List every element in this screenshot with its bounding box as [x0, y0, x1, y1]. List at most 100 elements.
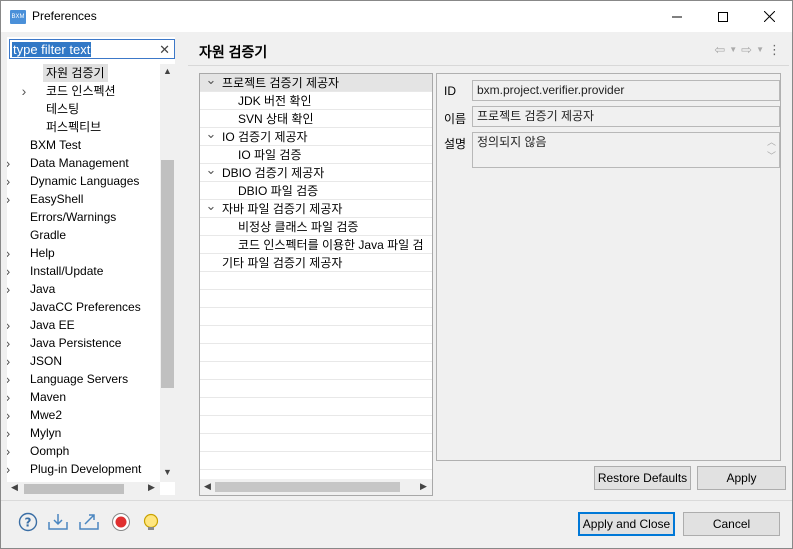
expand-icon[interactable]: › [7, 262, 13, 280]
forward-arrow-icon[interactable]: ⇨ [741, 42, 752, 58]
help-icon[interactable]: ? [17, 511, 39, 533]
title-bar[interactable]: BXM Preferences [1, 1, 792, 32]
expand-icon[interactable]: › [7, 388, 13, 406]
view-menu-icon[interactable]: ⋮ [768, 42, 781, 58]
horizontal-scroll-thumb[interactable] [24, 484, 124, 494]
minimize-button[interactable] [654, 1, 700, 32]
record-icon[interactable] [110, 511, 132, 533]
apply-button[interactable]: Apply [697, 466, 786, 490]
tree-item[interactable]: 테스팅 [7, 100, 160, 118]
empty-row [200, 416, 432, 434]
tree-item[interactable]: › Mylyn [7, 424, 160, 442]
expand-icon[interactable]: › [7, 406, 13, 424]
scroll-down-icon[interactable]: ▼ [160, 467, 175, 477]
provider-item[interactable]: JDK 버전 확인 [200, 92, 432, 110]
tree-item[interactable]: Gradle [7, 226, 160, 244]
expand-icon[interactable]: › [7, 370, 13, 388]
tree-item[interactable]: 자원 검증기 [7, 64, 160, 82]
clear-icon[interactable]: ✕ [159, 42, 170, 58]
tree-item[interactable]: › Mwe2 [7, 406, 160, 424]
collapse-icon[interactable]: ⌄ [205, 200, 217, 212]
tree-item[interactable]: › 코드 인스펙션 [7, 82, 160, 100]
provider-item[interactable]: ⌄ DBIO 검증기 제공자 [200, 164, 432, 182]
provider-item[interactable]: IO 파일 검증 [200, 146, 432, 164]
tree-item[interactable]: › Java Persistence [7, 334, 160, 352]
cancel-button[interactable]: Cancel [683, 512, 780, 536]
description-scroll-icon[interactable]: ︿ ﹀ [767, 135, 776, 163]
empty-row [200, 434, 432, 452]
horizontal-scroll-thumb[interactable] [215, 482, 400, 492]
close-icon [763, 11, 775, 22]
import-icon[interactable] [47, 511, 69, 533]
tip-icon[interactable] [140, 511, 162, 533]
provider-item-label: JDK 버전 확인 [238, 94, 312, 108]
tree-item[interactable]: › Java EE [7, 316, 160, 334]
provider-item[interactable]: 비정상 클래스 파일 검증 [200, 218, 432, 236]
expand-icon[interactable]: › [7, 244, 13, 262]
export-icon[interactable] [78, 511, 100, 533]
tree-item[interactable]: Errors/Warnings [7, 208, 160, 226]
tree-item[interactable]: › Java [7, 280, 160, 298]
tree-item[interactable]: › Maven [7, 388, 160, 406]
provider-item[interactable]: DBIO 파일 검증 [200, 182, 432, 200]
tree-item[interactable]: › Install/Update [7, 262, 160, 280]
tree-item[interactable]: › JSON [7, 352, 160, 370]
tree-item[interactable]: › Dynamic Languages [7, 172, 160, 190]
tree-item[interactable]: › Language Servers [7, 370, 160, 388]
tree-item[interactable]: › EasyShell [7, 190, 160, 208]
expand-icon[interactable]: › [7, 280, 13, 298]
tree-horizontal-scrollbar[interactable]: ◀ ▶ [7, 482, 160, 495]
tree-item-label: 테스팅 [46, 102, 80, 116]
collapse-icon[interactable]: ⌄ [205, 164, 217, 176]
collapse-icon[interactable]: ⌄ [205, 74, 217, 86]
name-field[interactable]: 프로젝트 검증기 제공자 [472, 106, 780, 127]
restore-defaults-button[interactable]: Restore Defaults [594, 466, 691, 490]
provider-list: ⌄ 프로젝트 검증기 제공자 JDK 버전 확인 SVN 상태 확인 ⌄ IO 검증기 제… [200, 74, 432, 479]
provider-item-label: IO 파일 검증 [238, 148, 302, 162]
back-arrow-icon[interactable]: ⇦ [714, 42, 725, 58]
expand-icon[interactable]: › [7, 154, 13, 172]
back-dropdown-icon[interactable]: ▼ [729, 42, 737, 58]
close-button[interactable] [746, 1, 792, 32]
expand-icon[interactable]: › [7, 460, 13, 478]
tree-item[interactable]: › Plug-in Development [7, 460, 160, 478]
tree-item[interactable]: › Oomph [7, 442, 160, 460]
scroll-up-icon[interactable]: ▲ [160, 66, 175, 76]
expand-icon[interactable]: › [19, 82, 29, 100]
collapse-icon[interactable]: ⌄ [205, 128, 217, 140]
empty-row [200, 326, 432, 344]
id-field[interactable]: bxm.project.verifier.provider [472, 80, 780, 101]
filter-field[interactable]: type filter text ✕ [9, 39, 175, 59]
provider-item[interactable]: ⌄ 프로젝트 검증기 제공자 [200, 74, 432, 92]
tree-item[interactable]: › Data Management [7, 154, 160, 172]
description-field[interactable]: 정의되지 않음 ︿ ﹀ [472, 132, 780, 168]
provider-item[interactable]: SVN 상태 확인 [200, 110, 432, 128]
provider-horizontal-scrollbar[interactable]: ◀ ▶ [200, 479, 432, 495]
scroll-thumb[interactable] [161, 160, 174, 388]
expand-icon[interactable]: › [7, 334, 13, 352]
filter-input[interactable]: type filter text [12, 42, 92, 57]
provider-item[interactable]: ⌄ IO 검증기 제공자 [200, 128, 432, 146]
tree-item[interactable]: › Help [7, 244, 160, 262]
provider-item[interactable]: 코드 인스펙터를 이용한 Java 파일 검 [200, 236, 432, 254]
expand-icon[interactable]: › [7, 352, 13, 370]
apply-and-close-button[interactable]: Apply and Close [578, 512, 675, 536]
provider-item[interactable]: ⌄ 자바 파일 검증기 제공자 [200, 200, 432, 218]
scroll-right-icon[interactable]: ▶ [144, 482, 159, 493]
maximize-button[interactable] [700, 1, 746, 32]
tree-item[interactable]: 퍼스펙티브 [7, 118, 160, 136]
scroll-left-icon[interactable]: ◀ [200, 481, 215, 492]
scroll-left-icon[interactable]: ◀ [7, 482, 22, 493]
expand-icon[interactable]: › [7, 316, 13, 334]
forward-dropdown-icon[interactable]: ▼ [756, 42, 764, 58]
tree-item[interactable]: JavaCC Preferences [7, 298, 160, 316]
provider-item[interactable]: 기타 파일 검증기 제공자 [200, 254, 432, 272]
tree-item-label: JSON [30, 354, 63, 368]
expand-icon[interactable]: › [7, 172, 13, 190]
tree-vertical-scrollbar[interactable]: ▲ ▼ [160, 64, 175, 482]
scroll-right-icon[interactable]: ▶ [416, 481, 431, 492]
expand-icon[interactable]: › [7, 442, 13, 460]
expand-icon[interactable]: › [7, 190, 13, 208]
expand-icon[interactable]: › [7, 424, 13, 442]
tree-item[interactable]: BXM Test [7, 136, 160, 154]
